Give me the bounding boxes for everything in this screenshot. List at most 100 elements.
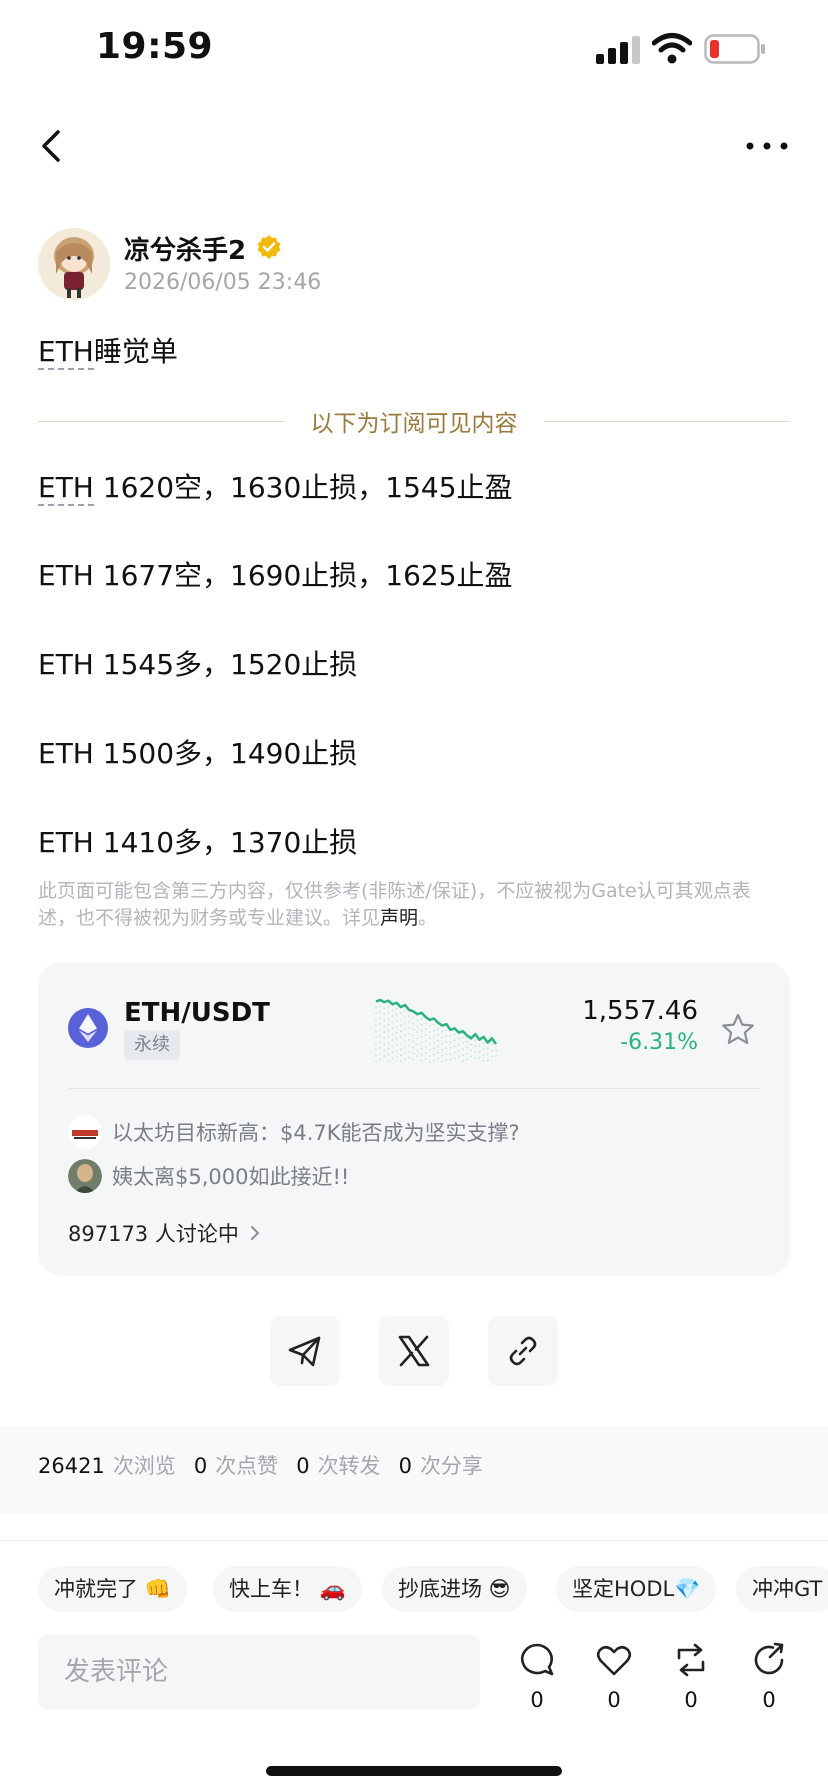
views-label: 次浏览 [112, 1454, 176, 1478]
signal-icon [596, 36, 640, 64]
quick-reply-chip[interactable]: 抄底进场 😎 [382, 1566, 527, 1612]
sparkline-fill-dot [395, 1013, 398, 1016]
sparkline-fill-dot [391, 1051, 394, 1054]
disclaimer-link[interactable]: 声明 [380, 907, 418, 929]
sparkline-fill-dot [399, 1060, 402, 1062]
sparkline-fill-dot [453, 1039, 456, 1042]
sparkline-fill-dot [466, 1046, 468, 1049]
sparkline-fill-dot [387, 1041, 390, 1044]
sparkline-fill-dot [379, 1005, 382, 1007]
sparkline-fill-dot [379, 1017, 382, 1019]
sparkline-fill-dot [412, 1034, 415, 1037]
home-indicator [266, 1766, 562, 1776]
sparkline-fill-dot [445, 1041, 448, 1044]
news-item[interactable]: 以太坊目标新高：$4.7K能否成为坚实支撑? [68, 1114, 520, 1150]
sparkline-fill-dot [399, 1030, 402, 1032]
sparkline-fill-dot [461, 1054, 464, 1057]
share-action[interactable]: 0 [744, 1640, 794, 1712]
comment-input[interactable] [38, 1634, 480, 1710]
sparkline-fill-dot [412, 1040, 415, 1043]
disclaimer-end: 。 [418, 907, 438, 929]
sparkline-fill-dot [404, 1010, 406, 1012]
eth-tag-link[interactable]: ETH [38, 335, 94, 370]
sparkline-fill-dot [486, 1059, 489, 1062]
sparkline-fill-dot [441, 1060, 444, 1063]
market-card[interactable]: ETH/USDT 永续 1,557.46 -6.31% 以太坊目标新高：$4.7… [38, 962, 790, 1276]
copy-link-button[interactable] [488, 1316, 558, 1386]
price-change: -6.31% [620, 1030, 698, 1055]
status-bar: 19:59 [0, 0, 828, 100]
news-item[interactable]: 姨太离$5,000如此接近!! [68, 1158, 349, 1194]
sparkline-fill-dot [437, 1039, 439, 1042]
sparkline-fill-dot [416, 1031, 419, 1034]
sparkline-fill-dot [408, 1027, 411, 1029]
sparkline-fill-dot [391, 1027, 394, 1030]
sparkline-fill-dot [408, 1045, 411, 1047]
sparkline-fill-dot [391, 1021, 394, 1024]
sparkline-fill-dot [433, 1053, 435, 1056]
telegram-icon [288, 1336, 321, 1367]
sparkline-fill-dot [387, 1053, 390, 1056]
sparkline-fill-dot [433, 1035, 435, 1038]
reposts-label: 次转发 [317, 1454, 381, 1478]
sparkline-fill-dot [404, 1016, 406, 1018]
sparkline-fill-dot [383, 1013, 386, 1016]
sparkline-fill-dot [445, 1053, 448, 1056]
sparkline-fill-dot [412, 1058, 415, 1061]
sparkline-fill-dot [428, 1048, 431, 1051]
sparkline-fill-dot [445, 1047, 448, 1050]
like-count: 0 [607, 1688, 621, 1712]
sparkline-fill-dot [461, 1036, 464, 1039]
sparkline-fill-dot [416, 1055, 419, 1058]
sparkline-fill-dot [424, 1052, 427, 1054]
back-button[interactable] [34, 124, 74, 168]
sparkline-fill-dot [387, 1059, 390, 1062]
quick-reply-chip[interactable]: 冲就完了 👊 [38, 1566, 187, 1612]
comment-action[interactable]: 0 [512, 1640, 562, 1712]
eth-tag-link[interactable]: ETH [38, 471, 94, 506]
sparkline-fill-dot [375, 1042, 377, 1045]
price: 1,557.46 [582, 996, 698, 1026]
quick-reply-chip[interactable]: 冲冲GT [736, 1566, 828, 1612]
sparkline-fill-dot [408, 1033, 411, 1035]
sparkline-fill-dot [449, 1034, 452, 1037]
sparkline-fill-dot [399, 1036, 402, 1038]
sparkline-fill-dot [424, 1028, 427, 1030]
sparkline-fill-dot [441, 1042, 444, 1045]
news-text: 以太坊目标新高：$4.7K能否成为坚实支撑? [112, 1121, 520, 1145]
repost-action[interactable]: 0 [666, 1640, 716, 1712]
avatar-image [38, 228, 110, 300]
sparkline-fill-dot [424, 1058, 427, 1060]
like-action[interactable]: 0 [589, 1640, 639, 1712]
sparkline-fill-dot [453, 1033, 456, 1036]
sparkline-fill-dot [445, 1029, 448, 1032]
post-title-text: 睡觉单 [93, 335, 178, 368]
more-button[interactable] [744, 126, 790, 166]
sparkline-fill-dot [404, 1028, 406, 1030]
sparkline-fill-dot [445, 1059, 448, 1062]
share-count: 0 [762, 1688, 776, 1712]
sparkline-fill-dot [478, 1050, 481, 1053]
sparkline-fill-dot [470, 1049, 473, 1052]
sparkline-fill-dot [428, 1042, 431, 1045]
quick-reply-chip[interactable]: 快上车！ 🚗 [213, 1566, 362, 1612]
sparkline-fill-dot [408, 1051, 411, 1053]
sparkline-fill-dot [437, 1045, 439, 1048]
sparkline-fill-dot [375, 1030, 377, 1033]
share-x-button[interactable] [379, 1316, 449, 1386]
sparkline-fill-dot [383, 1025, 386, 1028]
sparkline-fill-dot [391, 1045, 394, 1048]
sparkline-fill-dot [495, 1055, 497, 1057]
sparkline-fill-dot [457, 1043, 460, 1046]
sparkline-fill-dot [420, 1029, 423, 1032]
sparkline-fill-dot [375, 1018, 377, 1021]
sparkline-fill-dot [441, 1048, 444, 1051]
author-name[interactable]: 凉兮杀手2 [124, 230, 246, 267]
share-telegram-button[interactable] [270, 1316, 340, 1386]
discussion-count-link[interactable]: 897173 人讨论中 [68, 1218, 261, 1248]
quick-reply-chip[interactable]: 坚定HODL💎 [556, 1566, 717, 1612]
sparkline-fill-dot [453, 1051, 456, 1054]
favorite-star-icon[interactable] [720, 1012, 756, 1048]
author-avatar[interactable] [38, 228, 110, 300]
sparkline-fill-dot [391, 1033, 394, 1036]
